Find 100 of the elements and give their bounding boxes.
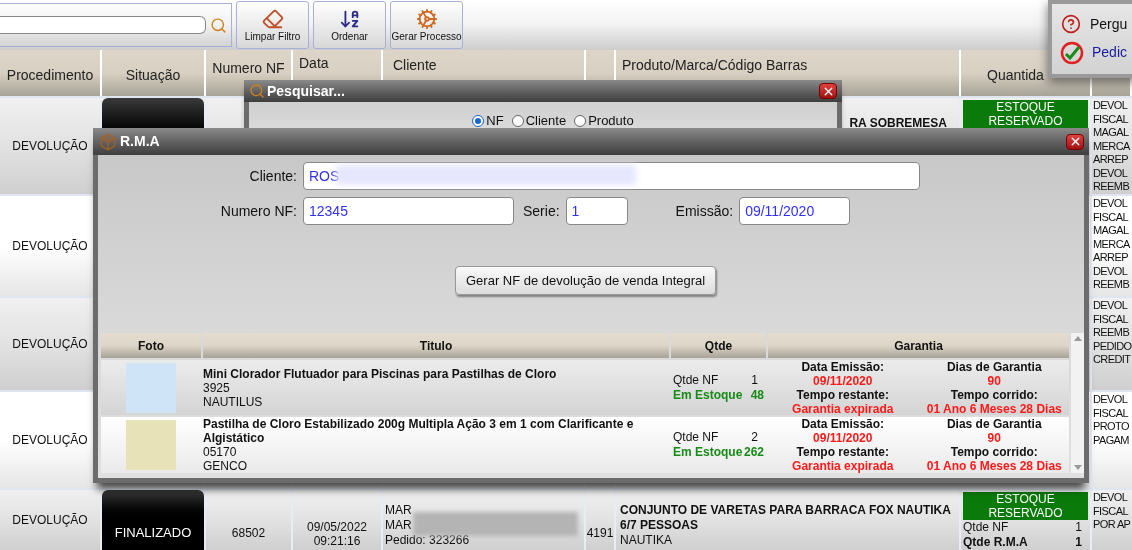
status-text: FINALIZADO <box>114 523 192 542</box>
quantity-label: Qtde NF <box>963 520 1009 535</box>
table-cell: FISCAL <box>1093 210 1128 224</box>
product-title: Pastilha de Cloro Estabilizado 200g Multipla Ação 3 em 1 com Clarificante e Algistático <box>203 417 635 445</box>
check-icon <box>1060 40 1084 65</box>
warranty-value: 01 Ano 6 Meses 28 Dias <box>926 401 1062 416</box>
warranty-value: 09/11/2020 <box>813 373 873 388</box>
scroll-down-icon[interactable] <box>1073 465 1082 470</box>
table-cell: MERCA <box>1093 237 1130 251</box>
column-header: Procedimento <box>0 50 102 96</box>
generate-return-button[interactable]: Gerar NF de devolução de venda Integral <box>455 266 717 295</box>
field-label: Cliente: <box>248 166 298 186</box>
scroll-up-icon[interactable] <box>1073 336 1082 341</box>
search-field[interactable] <box>0 16 206 34</box>
warranty-label: Data Emissão: <box>801 359 885 374</box>
quantity-value: 2 <box>751 430 758 445</box>
product-title: Mini Clorador Flutuador para Piscinas para Pastilhas de Cloro <box>203 366 558 381</box>
radio-option[interactable]: NF <box>472 114 504 128</box>
menu-item[interactable]: Pergu <box>1060 13 1132 35</box>
table-cell: MAR <box>385 503 412 518</box>
sort-icon <box>338 8 361 30</box>
table-cell: DEVOL <box>1093 299 1128 313</box>
close-button[interactable] <box>819 83 837 99</box>
warranty-value: 01 Ano 6 Meses 28 Dias <box>926 459 1062 473</box>
table-cell: FISCAL <box>1093 312 1128 326</box>
text-field[interactable]: 1 <box>565 197 628 225</box>
table-cell: PROTO <box>1093 420 1129 434</box>
column-header: Qtde <box>671 333 766 358</box>
column-header: Situação <box>102 50 206 96</box>
stock-badge: ESTOQUE RESERVADO <box>963 100 1088 128</box>
product-code: 05170 <box>203 445 238 459</box>
table-cell-text: 4191 <box>586 525 614 542</box>
field-label: Serie: <box>523 201 560 221</box>
toolbar-button[interactable]: Ordenar <box>313 1 386 49</box>
quantity-value: 1 <box>751 372 758 388</box>
table-cell: FISCAL <box>1093 406 1128 420</box>
table-cell-text: DEVOLUÇÃO <box>12 238 88 255</box>
stock-value: 48 <box>750 387 764 403</box>
warranty-value: 90 <box>987 431 1001 445</box>
table-cell: PAGAM <box>1093 433 1129 447</box>
quantity-label: Qtde NF <box>673 430 719 445</box>
warranty-value: Garantia expirada <box>792 459 894 473</box>
warranty-value: 90 <box>987 373 1001 388</box>
radio-option[interactable]: Cliente <box>511 114 567 128</box>
table-cell-text: DEVOLUÇÃO <box>12 138 88 155</box>
table-cell: REEMB <box>1093 180 1130 194</box>
table-cell: ARREP <box>1093 153 1128 167</box>
stock-label: Em Estoque <box>673 445 743 460</box>
field-label: Emissão: <box>675 201 734 221</box>
column-header: Garantia <box>768 333 1069 358</box>
toolbar-button[interactable]: Limpar Filtro <box>236 1 309 49</box>
product-brand: GENCO <box>203 459 248 473</box>
table-cell: MAGAL <box>1093 126 1129 140</box>
table-cell: PEDIDO <box>1093 339 1132 353</box>
text-field[interactable]: 12345 <box>303 197 514 225</box>
table-cell: DEVOL <box>1093 197 1128 211</box>
eraser-icon <box>261 8 284 30</box>
scrollbar[interactable] <box>1071 333 1084 473</box>
product-title: CONJUNTO DE VARETAS PARA BARRACA FOX NAUTIKA 6/7 PESSOAS <box>620 503 952 533</box>
table-cell: 09:21:16 <box>313 534 361 548</box>
text-field[interactable]: 09/11/2020 <box>739 197 851 225</box>
photo-placeholder <box>126 362 176 413</box>
table-cell: CREDIT <box>1093 353 1131 367</box>
product-brand: NAUTILUS <box>203 394 264 409</box>
table-cell: FISCAL <box>1093 112 1128 126</box>
column-header: Foto <box>101 333 201 358</box>
product-title: RA SOBREMESA <box>849 116 947 131</box>
warranty-value: Garantia expirada <box>792 401 894 416</box>
table-cell: DEVOL <box>1093 264 1128 278</box>
close-button[interactable] <box>1066 133 1084 150</box>
table-cell-text: 68502 <box>231 525 266 542</box>
table-cell: Pedido: 323266 <box>385 533 470 548</box>
product-brand: NAUTIKA <box>620 533 672 548</box>
photo-placeholder <box>126 420 176 470</box>
gear-icon <box>415 8 438 30</box>
quantity-label: Qtde R.M.A <box>963 535 1028 550</box>
dialog-title: R.M.A <box>120 132 160 151</box>
table-cell-text: DEVOLUÇÃO <box>12 336 88 353</box>
warranty-label: Tempo restante: <box>796 445 889 459</box>
table-cell-text: DEVOLUÇÃO <box>12 512 88 529</box>
search-icon <box>249 83 265 99</box>
toolbar-button[interactable]: Gerar Processo <box>390 1 463 49</box>
search-icon[interactable] <box>210 16 227 34</box>
warranty-label: Tempo corrido: <box>950 387 1038 402</box>
box-icon <box>98 132 118 151</box>
table-cell: DEVOL <box>1093 99 1128 113</box>
table-cell: DEVOL <box>1093 393 1128 407</box>
quantity-value: 1 <box>1075 520 1082 535</box>
warranty-label: Dias de Garantia <box>946 359 1042 374</box>
table-cell: MAGAL <box>1093 224 1129 238</box>
quantity-label: Qtde NF <box>673 372 719 388</box>
table-cell: DEVOL <box>1093 491 1128 505</box>
field-label: Numero NF: <box>219 201 298 221</box>
table-cell: FISCAL <box>1093 504 1128 518</box>
warranty-label: Tempo corrido: <box>950 445 1038 459</box>
radio-option[interactable]: Produto <box>574 114 634 128</box>
table-cell: REEMB <box>1093 326 1130 340</box>
question-icon <box>1060 14 1082 34</box>
table-cell-text: DEVOLUÇÃO <box>12 432 88 449</box>
table-cell: DEVOL <box>1093 166 1128 180</box>
